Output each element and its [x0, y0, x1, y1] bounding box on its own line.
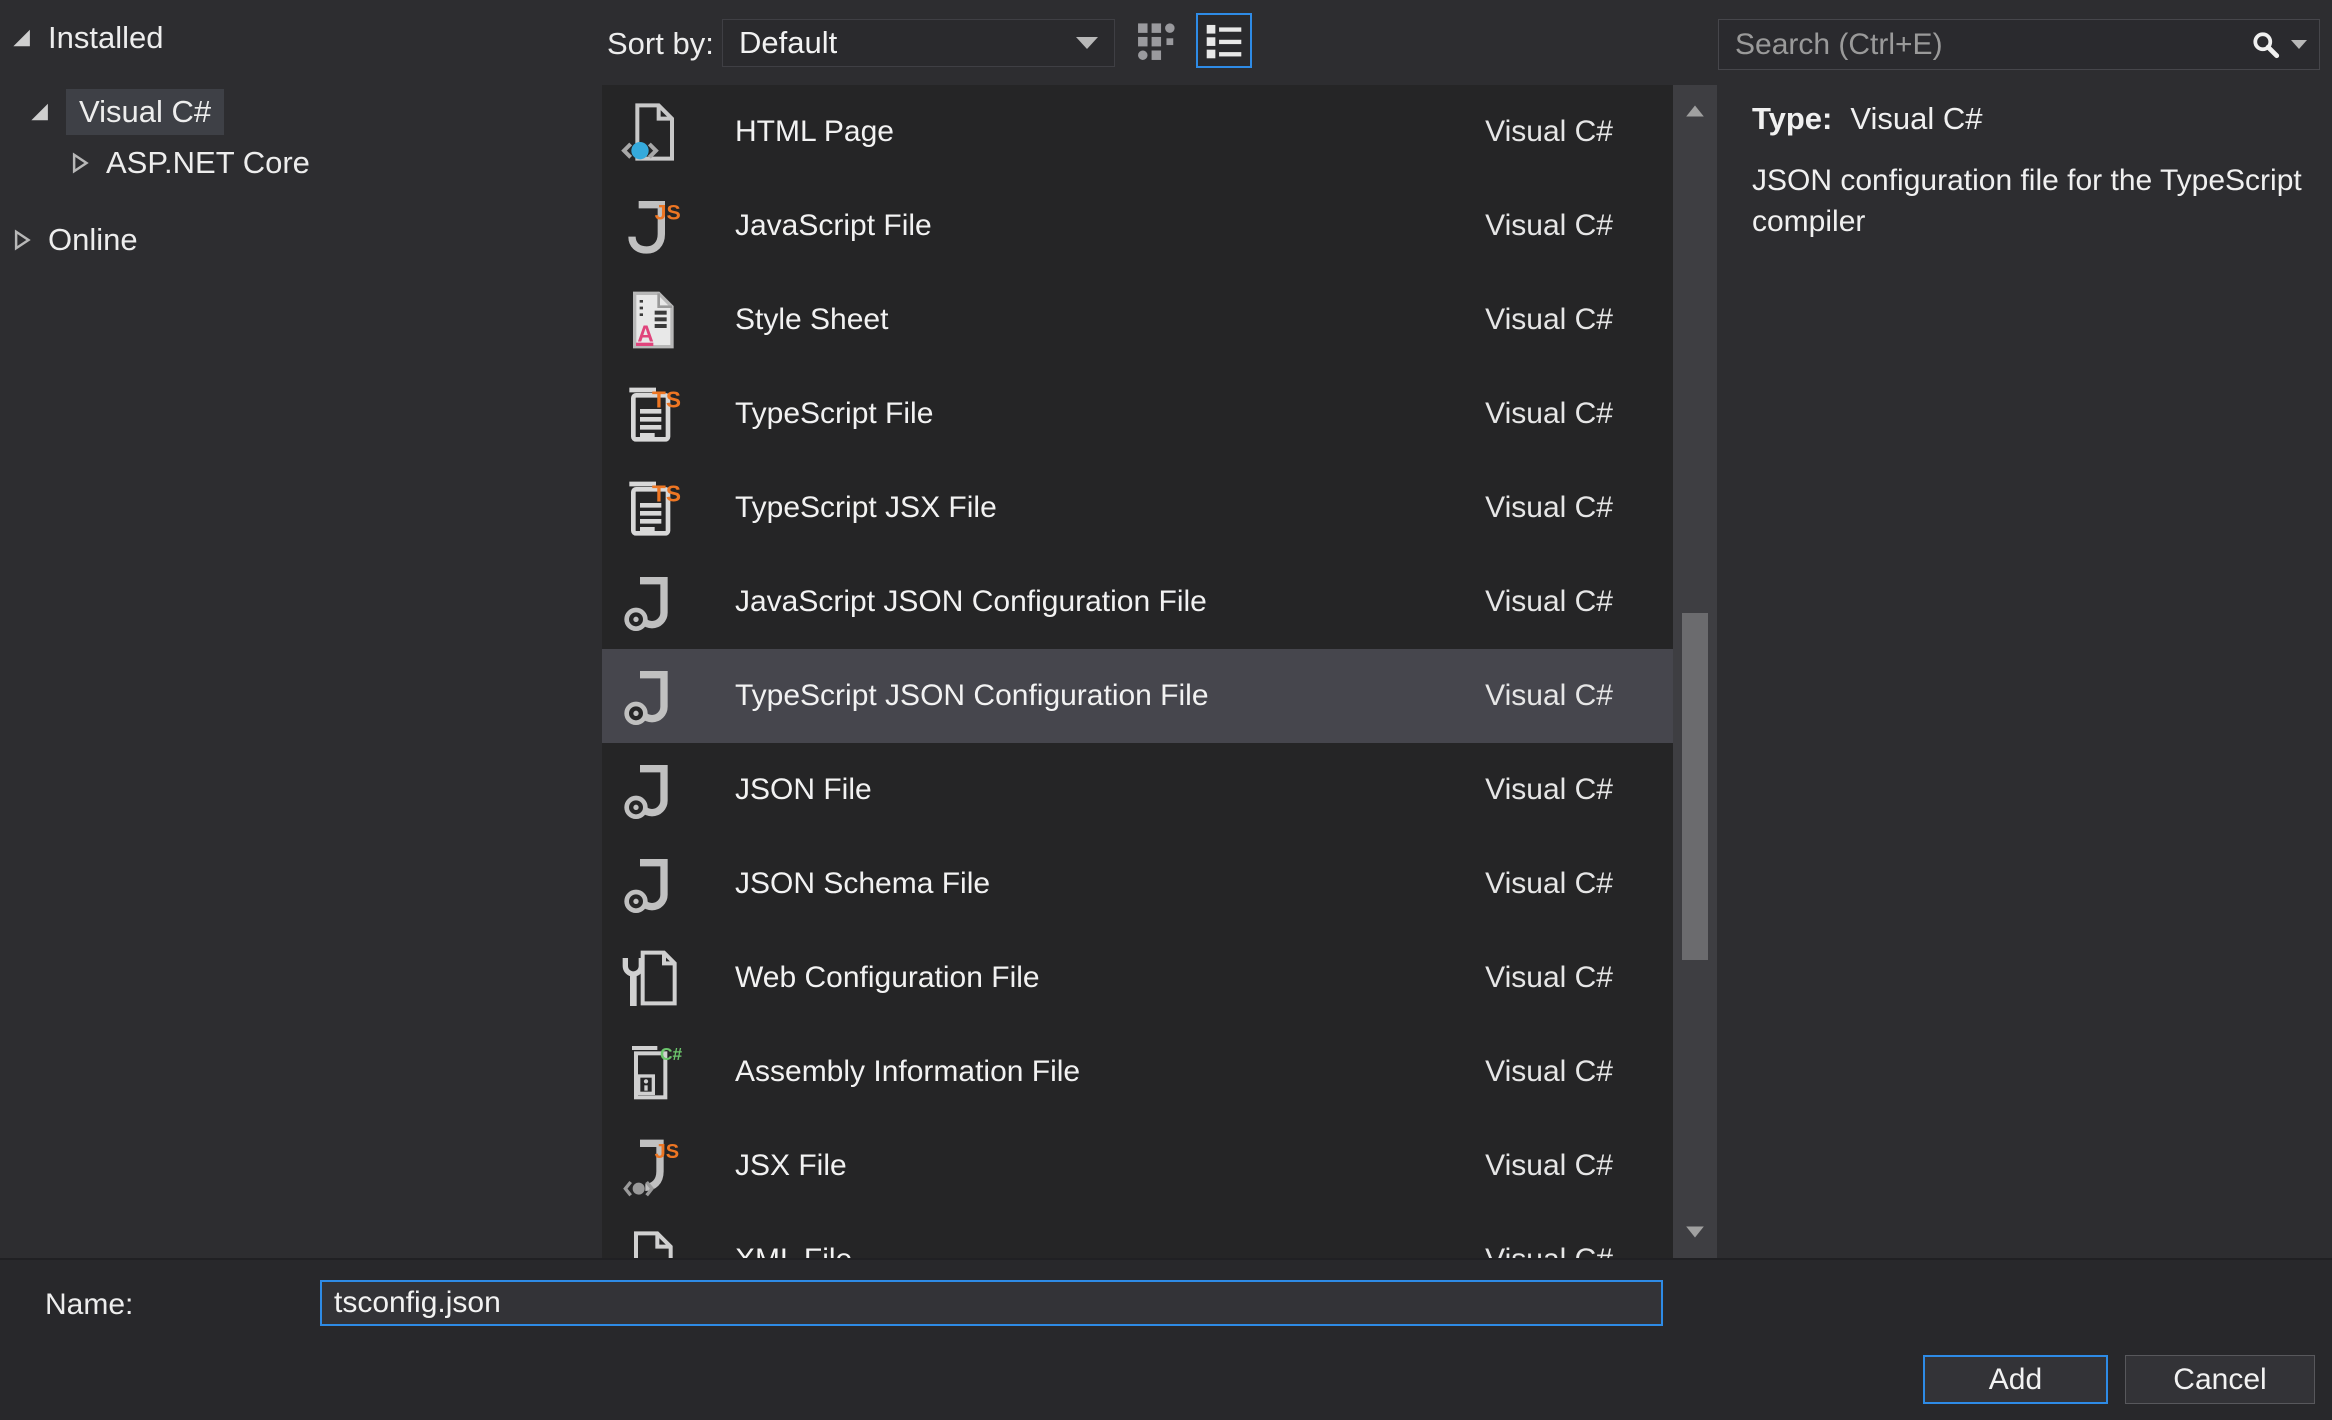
- json-icon: [620, 664, 684, 728]
- type-label: Type:: [1752, 101, 1832, 136]
- sort-by-dropdown[interactable]: Default: [722, 19, 1115, 67]
- json-icon: [620, 570, 684, 634]
- web-config-icon: [620, 946, 684, 1010]
- assembly-info-icon: [620, 1040, 684, 1104]
- template-name: JSX File: [735, 1149, 847, 1183]
- scrollbar-thumb[interactable]: [1682, 613, 1708, 960]
- list-view-icon: [1203, 20, 1245, 62]
- template-list-item[interactable]: Assembly Information File Visual C#: [602, 1025, 1673, 1119]
- sort-by-label: Sort by:: [607, 26, 714, 62]
- grid-view-icon: [1134, 18, 1180, 64]
- template-name: Assembly Information File: [735, 1055, 1080, 1089]
- tree-node-label: ASP.NET Core: [106, 145, 310, 181]
- template-name: Style Sheet: [735, 303, 888, 337]
- template-list-item[interactable]: XML File Visual C#: [602, 1213, 1673, 1258]
- search-icon[interactable]: [2251, 30, 2281, 60]
- tree-node-aspnet-core[interactable]: ASP.NET Core: [70, 145, 310, 181]
- search-input[interactable]: [1735, 28, 2251, 62]
- template-language: Visual C#: [1485, 397, 1613, 431]
- template-language: Visual C#: [1485, 491, 1613, 525]
- tree-node-label: Installed: [48, 20, 163, 56]
- template-name: JavaScript JSON Configuration File: [735, 585, 1207, 619]
- html-page-icon: [620, 100, 684, 164]
- template-name: HTML Page: [735, 115, 894, 149]
- tree-node-label: Online: [48, 222, 138, 258]
- cancel-button[interactable]: Cancel: [2125, 1355, 2315, 1404]
- caret-collapsed-icon[interactable]: [12, 229, 34, 251]
- template-list-item[interactable]: Web Configuration File Visual C#: [602, 931, 1673, 1025]
- template-language: Visual C#: [1485, 679, 1613, 713]
- template-list-item[interactable]: JSON File Visual C#: [602, 743, 1673, 837]
- template-list-item[interactable]: JSX File Visual C#: [602, 1119, 1673, 1213]
- template-language: Visual C#: [1485, 585, 1613, 619]
- template-list-item[interactable]: JavaScript JSON Configuration File Visua…: [602, 555, 1673, 649]
- template-name: JavaScript File: [735, 209, 932, 243]
- arrow-up-icon: [1684, 103, 1706, 119]
- add-button[interactable]: Add: [1923, 1355, 2108, 1404]
- template-language: Visual C#: [1485, 209, 1613, 243]
- template-language: Visual C#: [1485, 961, 1613, 995]
- search-box[interactable]: [1718, 19, 2320, 70]
- template-language: Visual C#: [1485, 773, 1613, 807]
- template-list: HTML Page Visual C# JavaScript File Visu…: [602, 85, 1673, 1258]
- tree-node-label-selected: Visual C#: [66, 89, 224, 135]
- name-input[interactable]: [320, 1280, 1663, 1326]
- template-name: Web Configuration File: [735, 961, 1040, 995]
- caret-collapsed-icon[interactable]: [70, 152, 92, 174]
- scroll-up-button[interactable]: [1673, 91, 1717, 131]
- list-view-button[interactable]: [1196, 13, 1252, 68]
- template-name: TypeScript File: [735, 397, 933, 431]
- template-name: TypeScript JSX File: [735, 491, 997, 525]
- template-language: Visual C#: [1485, 303, 1613, 337]
- template-name: TypeScript JSON Configuration File: [735, 679, 1209, 713]
- list-scrollbar[interactable]: [1673, 85, 1717, 1258]
- template-list-item[interactable]: TypeScript JSON Configuration File Visua…: [602, 649, 1673, 743]
- ts-file-icon: [620, 476, 684, 540]
- template-language: Visual C#: [1485, 867, 1613, 901]
- tree-node-online[interactable]: Online: [12, 222, 138, 258]
- template-list-item[interactable]: TypeScript File Visual C#: [602, 367, 1673, 461]
- tree-node-installed[interactable]: Installed: [12, 20, 163, 56]
- xml-file-icon: [620, 1228, 684, 1258]
- template-name: JSON Schema File: [735, 867, 990, 901]
- tree-node-visual-csharp[interactable]: Visual C#: [30, 89, 224, 135]
- template-language: Visual C#: [1485, 1243, 1613, 1258]
- template-type-row: Type: Visual C#: [1752, 101, 1983, 137]
- arrow-down-icon: [1684, 1224, 1706, 1240]
- js-file-icon: [620, 194, 684, 258]
- template-description: JSON configuration file for the TypeScri…: [1752, 160, 2332, 242]
- chevron-down-icon: [1076, 37, 1098, 49]
- type-value: Visual C#: [1850, 101, 1982, 136]
- scroll-down-button[interactable]: [1673, 1212, 1717, 1252]
- name-label: Name:: [45, 1288, 133, 1322]
- chevron-down-icon[interactable]: [2291, 40, 2307, 49]
- jsx-file-icon: [620, 1134, 684, 1198]
- caret-expanded-icon[interactable]: [30, 101, 52, 123]
- grid-view-button[interactable]: [1132, 16, 1182, 66]
- caret-expanded-icon[interactable]: [12, 27, 34, 49]
- style-sheet-icon: [620, 288, 684, 352]
- json-icon: [620, 758, 684, 822]
- template-name: JSON File: [735, 773, 872, 807]
- template-list-item[interactable]: TypeScript JSX File Visual C#: [602, 461, 1673, 555]
- template-list-item[interactable]: HTML Page Visual C#: [602, 85, 1673, 179]
- template-language: Visual C#: [1485, 1149, 1613, 1183]
- template-name: XML File: [735, 1243, 852, 1258]
- sort-by-value: Default: [739, 25, 837, 61]
- template-language: Visual C#: [1485, 1055, 1613, 1089]
- template-list-item[interactable]: Style Sheet Visual C#: [602, 273, 1673, 367]
- template-language: Visual C#: [1485, 115, 1613, 149]
- ts-file-icon: [620, 382, 684, 446]
- json-icon: [620, 852, 684, 916]
- template-list-item[interactable]: JavaScript File Visual C#: [602, 179, 1673, 273]
- template-list-item[interactable]: JSON Schema File Visual C#: [602, 837, 1673, 931]
